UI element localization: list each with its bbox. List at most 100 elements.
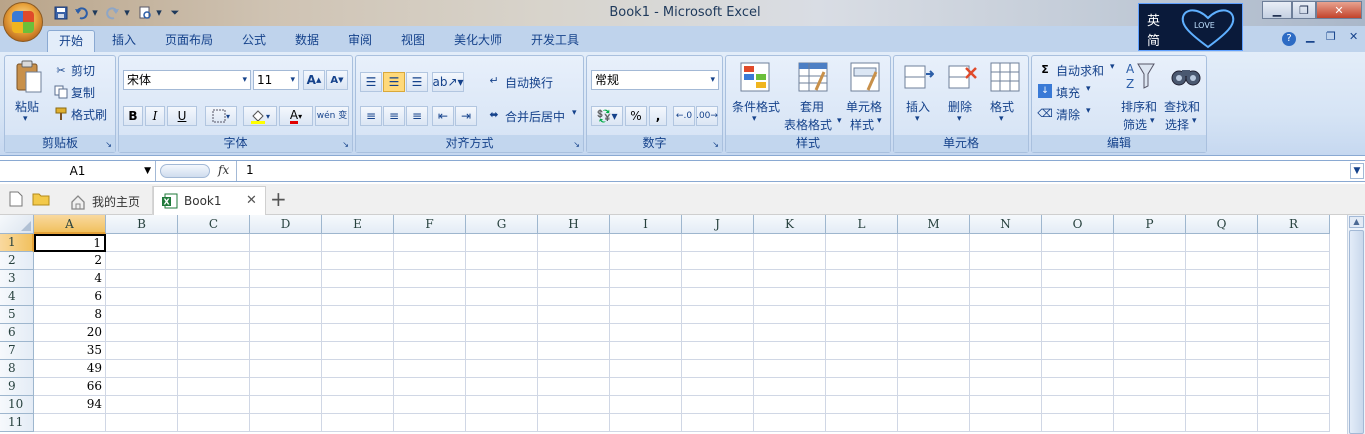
bold-button[interactable]: B [123,106,143,126]
cell[interactable]: 8 [34,306,106,324]
cell[interactable] [1114,270,1186,288]
cell[interactable] [466,306,538,324]
alignment-launcher-icon[interactable]: ↘ [573,140,580,149]
column-header[interactable]: R [1258,215,1330,234]
cell[interactable] [826,324,898,342]
cell[interactable] [1114,324,1186,342]
format-cells-button[interactable]: 格式 [990,98,1014,115]
close-window-button[interactable]: ✕ [1316,1,1362,19]
cell[interactable] [1042,324,1114,342]
cell[interactable] [250,396,322,414]
cell[interactable] [754,360,826,378]
cell[interactable] [322,414,394,432]
cell[interactable] [754,306,826,324]
cell[interactable] [826,252,898,270]
cell-styles-line1[interactable]: 单元格 [846,98,882,115]
format-as-table-icon[interactable] [798,62,828,92]
redo-icon[interactable] [104,4,122,21]
cell[interactable] [682,342,754,360]
cell[interactable] [322,360,394,378]
row-header[interactable]: 2 [0,252,34,270]
cell[interactable] [898,342,970,360]
insert-dropdown-icon[interactable]: ▾ [915,114,920,124]
cell[interactable] [1042,234,1114,252]
cell[interactable] [898,378,970,396]
tab-beautify[interactable]: 美化大师 [447,30,509,52]
cell[interactable] [178,252,250,270]
fx-insert-function-icon[interactable]: fx [218,163,229,177]
cell[interactable] [682,360,754,378]
insert-cells-icon[interactable] [904,62,934,92]
cell-styles-line2[interactable]: 样式 [850,116,874,133]
conditional-format-button[interactable]: 条件格式 [732,98,780,115]
paste-dropdown-icon[interactable]: ▾ [23,114,28,124]
cell[interactable] [250,414,322,432]
column-header[interactable]: P [1114,215,1186,234]
book1-tab[interactable]: X Book1 ✕ [153,186,266,216]
clear-button[interactable]: 清除 [1056,106,1080,123]
cell[interactable] [682,288,754,306]
cell[interactable] [1258,324,1330,342]
undo-dropdown-icon[interactable]: ▾ [90,4,100,21]
cell[interactable] [1042,378,1114,396]
cell[interactable] [106,414,178,432]
format-painter-button[interactable]: 格式刷 [71,106,107,123]
ribbon-close-icon[interactable]: ✕ [1349,30,1358,43]
cell[interactable] [178,306,250,324]
cell[interactable] [322,342,394,360]
comma-button[interactable]: , [649,106,667,126]
cell[interactable] [322,306,394,324]
cell[interactable]: 35 [34,342,106,360]
autosum-icon[interactable]: Σ [1038,62,1052,76]
save-icon[interactable] [52,4,70,21]
align-left-icon[interactable]: ≡ [360,106,382,126]
undo-icon[interactable] [72,4,90,21]
ribbon-minimize-icon[interactable]: ▁ [1306,30,1314,43]
cell[interactable] [538,306,610,324]
cell[interactable] [466,378,538,396]
cell[interactable] [466,252,538,270]
cell[interactable] [610,324,682,342]
merge-center-icon[interactable]: ⬌ [486,106,502,122]
conditional-format-dropdown-icon[interactable]: ▾ [752,114,757,124]
cell[interactable] [970,288,1042,306]
cell[interactable] [754,396,826,414]
cell[interactable] [106,324,178,342]
cell[interactable] [466,234,538,252]
wrap-text-icon[interactable]: ↵ [486,72,502,88]
cell[interactable] [394,324,466,342]
tab-developer[interactable]: 开发工具 [524,30,586,52]
cell[interactable] [1114,306,1186,324]
cell[interactable] [610,414,682,432]
column-header[interactable]: N [970,215,1042,234]
cell[interactable] [610,270,682,288]
cell[interactable] [682,270,754,288]
cell[interactable] [1258,342,1330,360]
cell[interactable] [1042,342,1114,360]
cell[interactable] [826,234,898,252]
cell[interactable] [610,288,682,306]
cell[interactable] [970,252,1042,270]
insert-cells-button[interactable]: 插入 [906,98,930,115]
row-header[interactable]: 3 [0,270,34,288]
cell[interactable]: 66 [34,378,106,396]
column-header[interactable]: L [826,215,898,234]
cell[interactable] [322,378,394,396]
name-box-dropdown-icon[interactable]: ▼ [144,161,151,181]
cell[interactable] [754,342,826,360]
cell[interactable] [250,252,322,270]
cell[interactable] [898,396,970,414]
cell[interactable] [394,288,466,306]
autosum-dropdown-icon[interactable]: ▾ [1110,62,1115,72]
cell[interactable]: 49 [34,360,106,378]
decrease-decimal-icon[interactable]: .00→ [696,106,718,126]
sort-filter-line2[interactable]: 筛选 [1123,116,1147,133]
cell[interactable] [250,342,322,360]
sort-filter-icon[interactable]: AZ [1124,60,1156,92]
cell[interactable] [178,360,250,378]
cut-button[interactable]: 剪切 [71,62,95,79]
open-folder-icon[interactable] [32,191,50,207]
cell[interactable] [394,306,466,324]
underline-button[interactable]: U [167,106,197,126]
cell[interactable] [682,234,754,252]
